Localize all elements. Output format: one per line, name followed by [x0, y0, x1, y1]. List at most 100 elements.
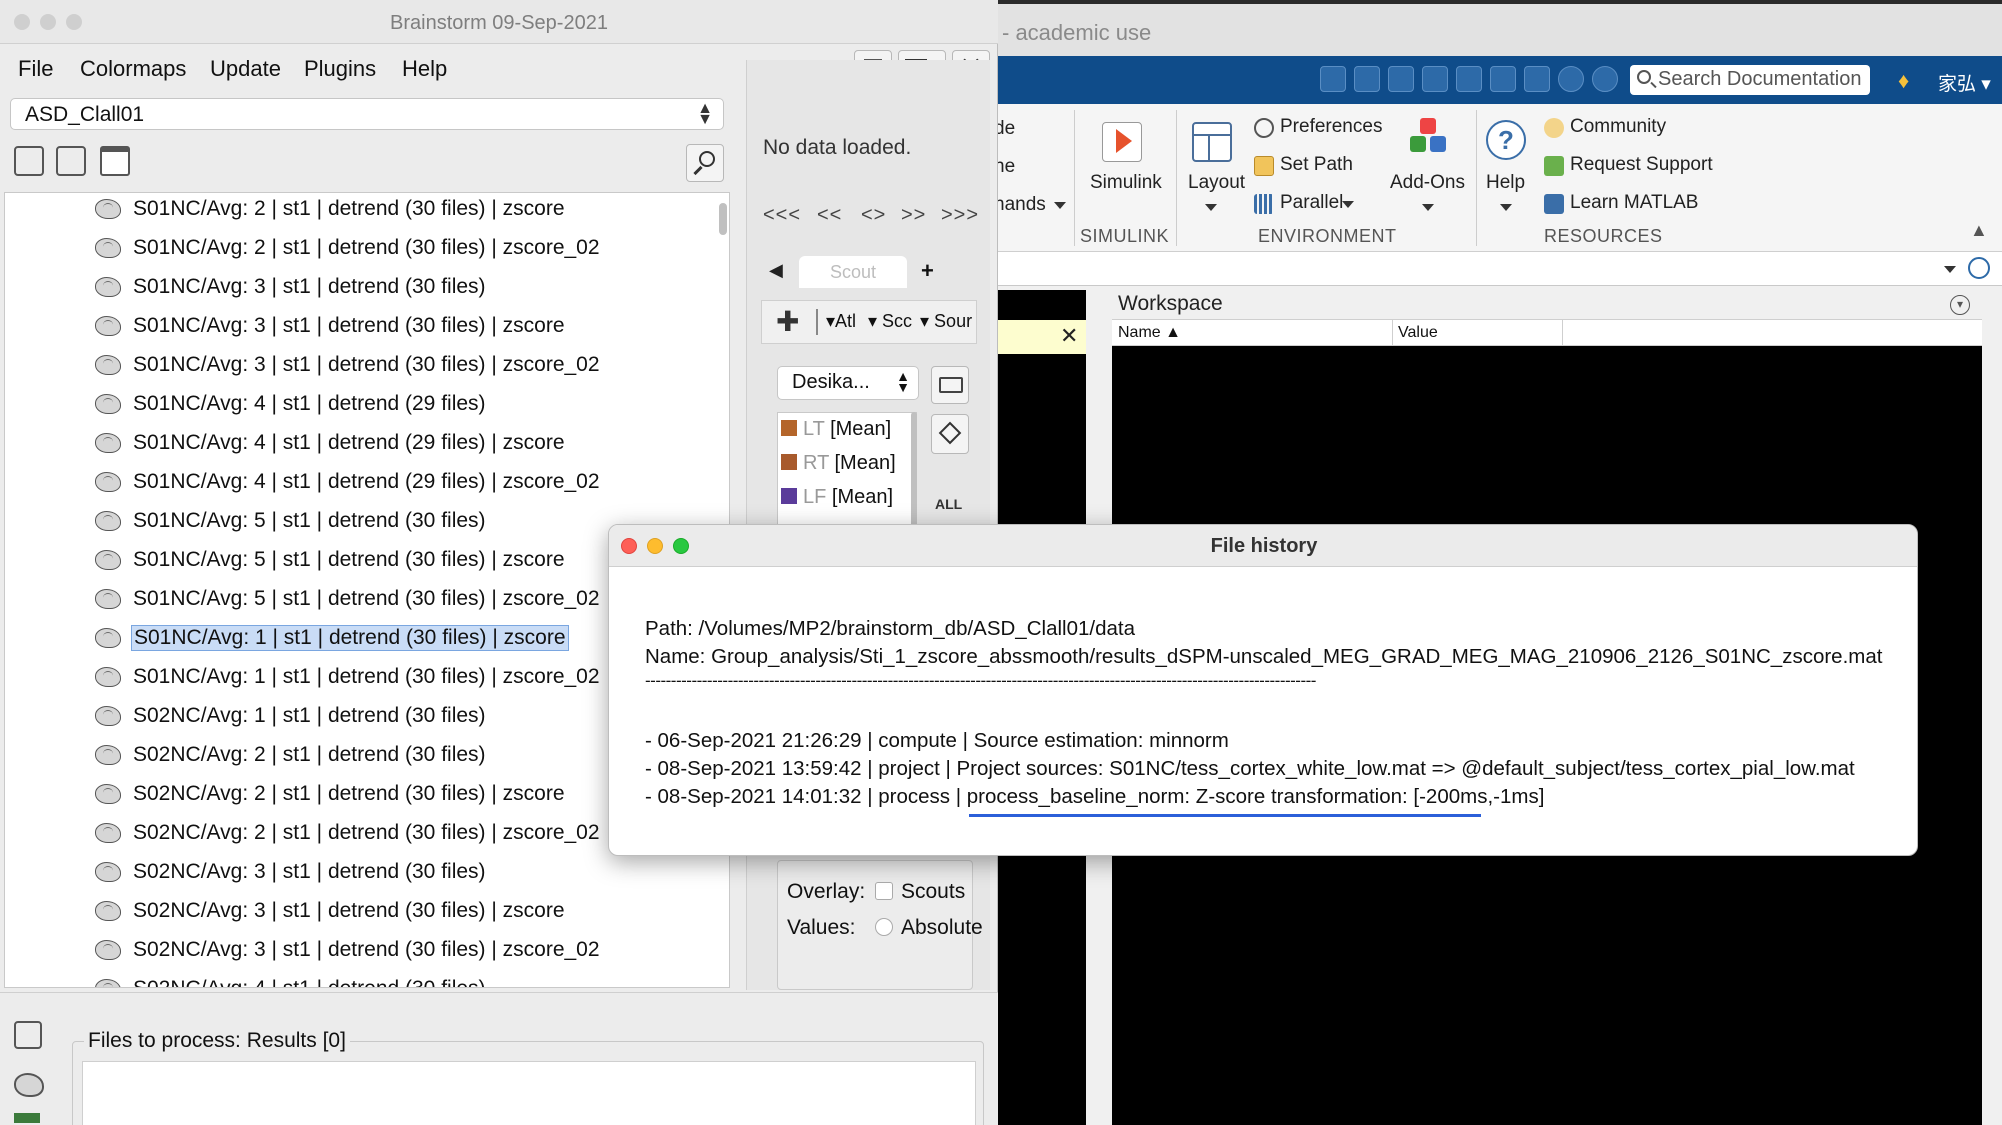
load-atlas-button[interactable] — [931, 366, 969, 404]
functional-data-sorted-icon[interactable] — [56, 146, 86, 176]
collapse-ribbon-icon[interactable]: ▲ — [1970, 220, 1988, 241]
brain-sources-icon — [95, 472, 121, 492]
help-button[interactable]: Help — [1486, 172, 1525, 194]
protocol-select[interactable]: ASD_Clall01 ▲ ▼ — [10, 98, 724, 130]
search-icon[interactable] — [1968, 257, 1990, 279]
panel-options-icon[interactable]: ▾ — [1950, 295, 1970, 315]
column-divider — [1562, 320, 1563, 346]
crosshair-icon[interactable]: ✚ — [776, 305, 799, 338]
scout-tab-bar: ◀ Scout + — [761, 256, 977, 288]
column-value[interactable]: Value — [1398, 324, 1438, 342]
simulink-button[interactable]: Simulink — [1090, 172, 1162, 194]
sources-menu[interactable]: ▾ Sour — [920, 311, 972, 332]
chevron-down-icon — [1205, 204, 1217, 211]
preferences-button[interactable]: Preferences — [1280, 116, 1382, 138]
section-resources: RESOURCES — [1544, 226, 1663, 246]
copy-icon[interactable] — [1388, 66, 1414, 92]
redo-icon[interactable] — [1490, 66, 1516, 92]
brain-sources-icon — [95, 433, 121, 453]
tab-scout[interactable]: Scout — [799, 256, 907, 288]
matlab-title: - academic use — [1002, 20, 1152, 45]
help-icon[interactable] — [1558, 66, 1584, 92]
select-all-scouts-button[interactable]: ALL — [935, 496, 962, 512]
column-name[interactable]: Name ▲ — [1118, 324, 1181, 342]
brain-sources-icon — [95, 277, 121, 297]
brain-sources-icon — [95, 901, 121, 921]
scout-toolbar: ✚ ▾Atl ▾ Scc ▾ Sour — [761, 300, 977, 344]
tree-item-label: S02NC/Avg: 3 | st1 | detrend (30 files) … — [133, 899, 565, 922]
layout-button[interactable]: Layout — [1188, 172, 1245, 194]
anatomy-view-icon[interactable] — [100, 146, 130, 176]
ribbon-divider — [1476, 110, 1477, 246]
nav-first-button[interactable]: <<< — [763, 204, 801, 227]
gear-icon — [1254, 118, 1274, 138]
request-support-link[interactable]: Request Support — [1570, 154, 1713, 176]
tree-item-label: S01NC/Avg: 1 | st1 | detrend (30 files) … — [131, 625, 569, 651]
current-folder-address-bar[interactable] — [990, 252, 2002, 286]
functional-data-view-icon[interactable] — [14, 146, 44, 176]
tab-left-arrow-icon[interactable]: ◀ — [769, 260, 783, 281]
brain-sources-icon — [95, 589, 121, 609]
switch-windows-icon[interactable] — [1524, 66, 1550, 92]
scout-item-rt[interactable]: RT [Mean] — [781, 452, 896, 475]
atlas-select[interactable]: Desika... ▲ ▼ — [777, 366, 919, 400]
history-entry: - 08-Sep-2021 13:59:42 | project | Proje… — [645, 757, 1855, 780]
process-sources-icon[interactable] — [14, 1073, 44, 1097]
add-ons-icon[interactable] — [1408, 118, 1448, 158]
brain-sources-icon — [95, 862, 121, 882]
nav-center-button[interactable]: <> — [861, 204, 886, 227]
user-account-menu[interactable]: 家弘 ▾ — [1938, 69, 1991, 96]
values-absolute-radio[interactable] — [875, 918, 893, 936]
add-ons-button[interactable]: Add-Ons — [1390, 172, 1465, 194]
set-path-button[interactable]: Set Path — [1280, 154, 1353, 176]
tree-item-label: S02NC/Avg: 2 | st1 | detrend (30 files) — [133, 743, 486, 766]
customize-icon[interactable] — [1592, 66, 1618, 92]
help-icon[interactable]: ? — [1486, 120, 1526, 160]
tree-item-label: S01NC/Avg: 4 | st1 | detrend (29 files) — [133, 392, 486, 415]
atlas-menu[interactable]: ▾Atl — [826, 311, 856, 332]
process-data-icon[interactable] — [14, 1021, 42, 1049]
menu-file[interactable]: File — [18, 56, 53, 82]
column-divider — [1392, 320, 1393, 346]
files-to-process-list[interactable] — [82, 1061, 976, 1125]
brain-sources-icon — [95, 667, 121, 687]
nav-next-button[interactable]: >> — [901, 204, 926, 227]
notification-bell-icon[interactable]: ♦ — [1898, 68, 1909, 94]
paste-icon[interactable] — [1422, 66, 1448, 92]
menu-update[interactable]: Update — [210, 56, 281, 82]
nav-last-button[interactable]: >>> — [941, 204, 979, 227]
save-icon[interactable] — [1320, 66, 1346, 92]
scout-menu[interactable]: ▾ Scc — [868, 311, 912, 332]
simulink-icon[interactable] — [1102, 122, 1142, 162]
brain-sources-icon — [95, 199, 121, 219]
parallel-button[interactable]: Parallel — [1280, 192, 1343, 214]
history-separator: ----------------------------------------… — [645, 671, 1316, 690]
close-icon[interactable]: ✕ — [1060, 323, 1078, 349]
community-link[interactable]: Community — [1570, 116, 1666, 138]
scout-item-lf[interactable]: LF [Mean] — [781, 486, 893, 509]
chevron-down-icon[interactable] — [1944, 266, 1956, 273]
menu-help[interactable]: Help — [402, 56, 447, 82]
process-timefreq-icon[interactable] — [14, 1113, 40, 1123]
add-tab-icon[interactable]: + — [921, 258, 934, 284]
brain-sources-icon — [95, 355, 121, 375]
layout-icon[interactable] — [1192, 122, 1232, 162]
ribbon-partial-item-3[interactable]: nands — [994, 194, 1046, 216]
menu-plugins[interactable]: Plugins — [304, 56, 376, 82]
cut-icon[interactable] — [1354, 66, 1380, 92]
nav-prev-button[interactable]: << — [817, 204, 842, 227]
tree-item-label: S02NC/Avg: 3 | st1 | detrend (30 files) — [133, 860, 486, 883]
search-documentation-input[interactable]: Search Documentation — [1630, 65, 1870, 95]
learn-matlab-link[interactable]: Learn MATLAB — [1570, 192, 1698, 214]
files-to-process-label: Files to process: Results [0] — [84, 1029, 350, 1053]
scout-item-lt[interactable]: LT [Mean] — [781, 418, 891, 441]
brainstorm-title: Brainstorm 09-Sep-2021 — [390, 12, 608, 34]
tree-scrollbar[interactable] — [719, 203, 727, 235]
overlay-scouts-checkbox[interactable] — [875, 882, 893, 900]
edit-scout-button[interactable] — [931, 414, 969, 454]
community-icon — [1544, 118, 1564, 138]
brain-sources-icon — [95, 628, 121, 648]
undo-icon[interactable] — [1456, 66, 1482, 92]
menu-colormaps[interactable]: Colormaps — [80, 56, 186, 82]
search-database-button[interactable] — [686, 144, 724, 182]
